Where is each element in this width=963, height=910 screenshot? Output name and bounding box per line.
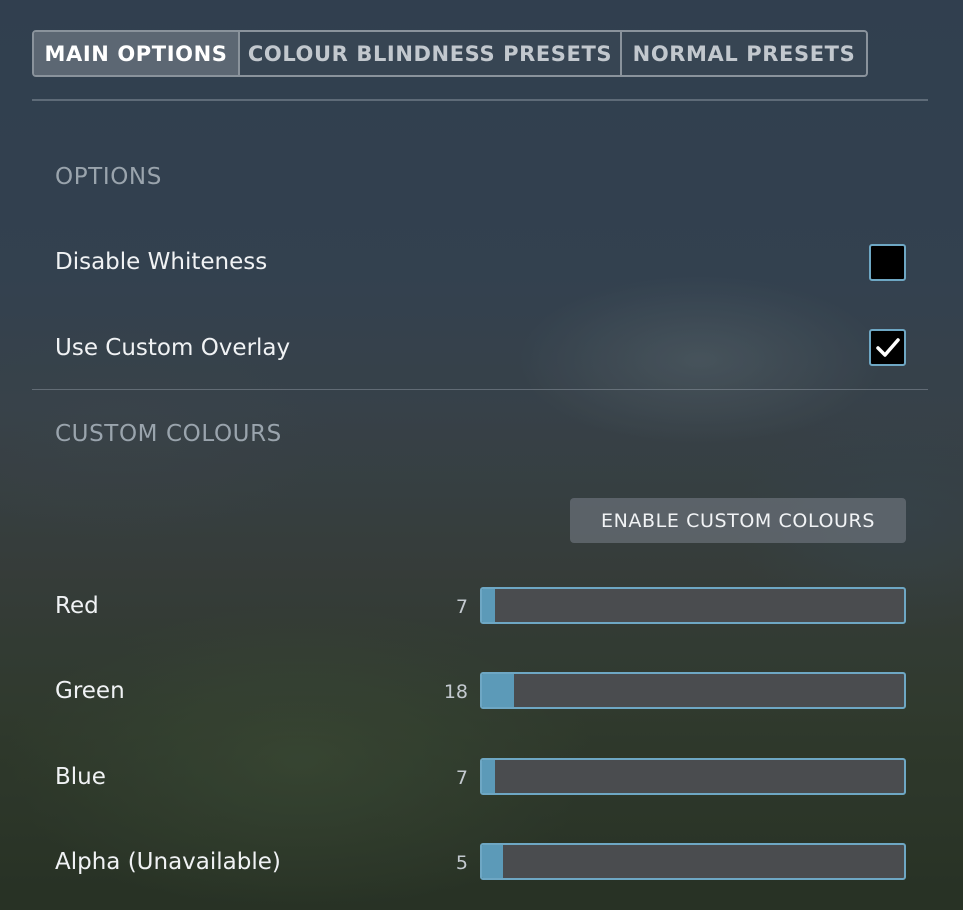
red-slider[interactable] <box>480 587 906 624</box>
options-divider <box>32 389 928 390</box>
tab-bar: MAIN OPTIONS COLOUR BLINDNESS PRESETS NO… <box>32 30 868 77</box>
alpha-slider[interactable] <box>480 843 906 880</box>
slider-label-red: Red <box>55 593 99 619</box>
checkmark-icon <box>875 337 900 357</box>
red-slider-fill <box>482 589 495 622</box>
tab-colour-blindness-presets[interactable]: COLOUR BLINDNESS PRESETS <box>240 32 622 75</box>
use-custom-overlay-checkbox[interactable] <box>869 329 906 366</box>
blue-slider-fill <box>482 760 495 793</box>
tab-divider <box>32 99 928 101</box>
custom-colours-section-title: CUSTOM COLOURS <box>55 421 282 447</box>
blue-slider[interactable] <box>480 758 906 795</box>
alpha-slider-fill <box>482 845 504 878</box>
use-custom-overlay-label: Use Custom Overlay <box>55 335 291 361</box>
options-section-title: OPTIONS <box>55 164 162 190</box>
disable-whiteness-label: Disable Whiteness <box>55 249 268 275</box>
tab-normal-presets[interactable]: NORMAL PRESETS <box>622 32 866 75</box>
slider-label-green: Green <box>55 678 125 704</box>
disable-whiteness-checkbox[interactable] <box>869 244 906 281</box>
green-slider[interactable] <box>480 672 906 709</box>
slider-value-alpha: 5 <box>455 852 468 874</box>
slider-value-red: 7 <box>455 596 468 618</box>
green-slider-fill <box>482 674 514 707</box>
tab-main-options[interactable]: MAIN OPTIONS <box>34 32 240 75</box>
slider-value-blue: 7 <box>455 767 468 789</box>
slider-label-alpha: Alpha (Unavailable) <box>55 849 281 875</box>
slider-label-blue: Blue <box>55 764 106 790</box>
slider-value-green: 18 <box>443 681 468 703</box>
enable-custom-colours-button[interactable]: ENABLE CUSTOM COLOURS <box>570 498 906 543</box>
